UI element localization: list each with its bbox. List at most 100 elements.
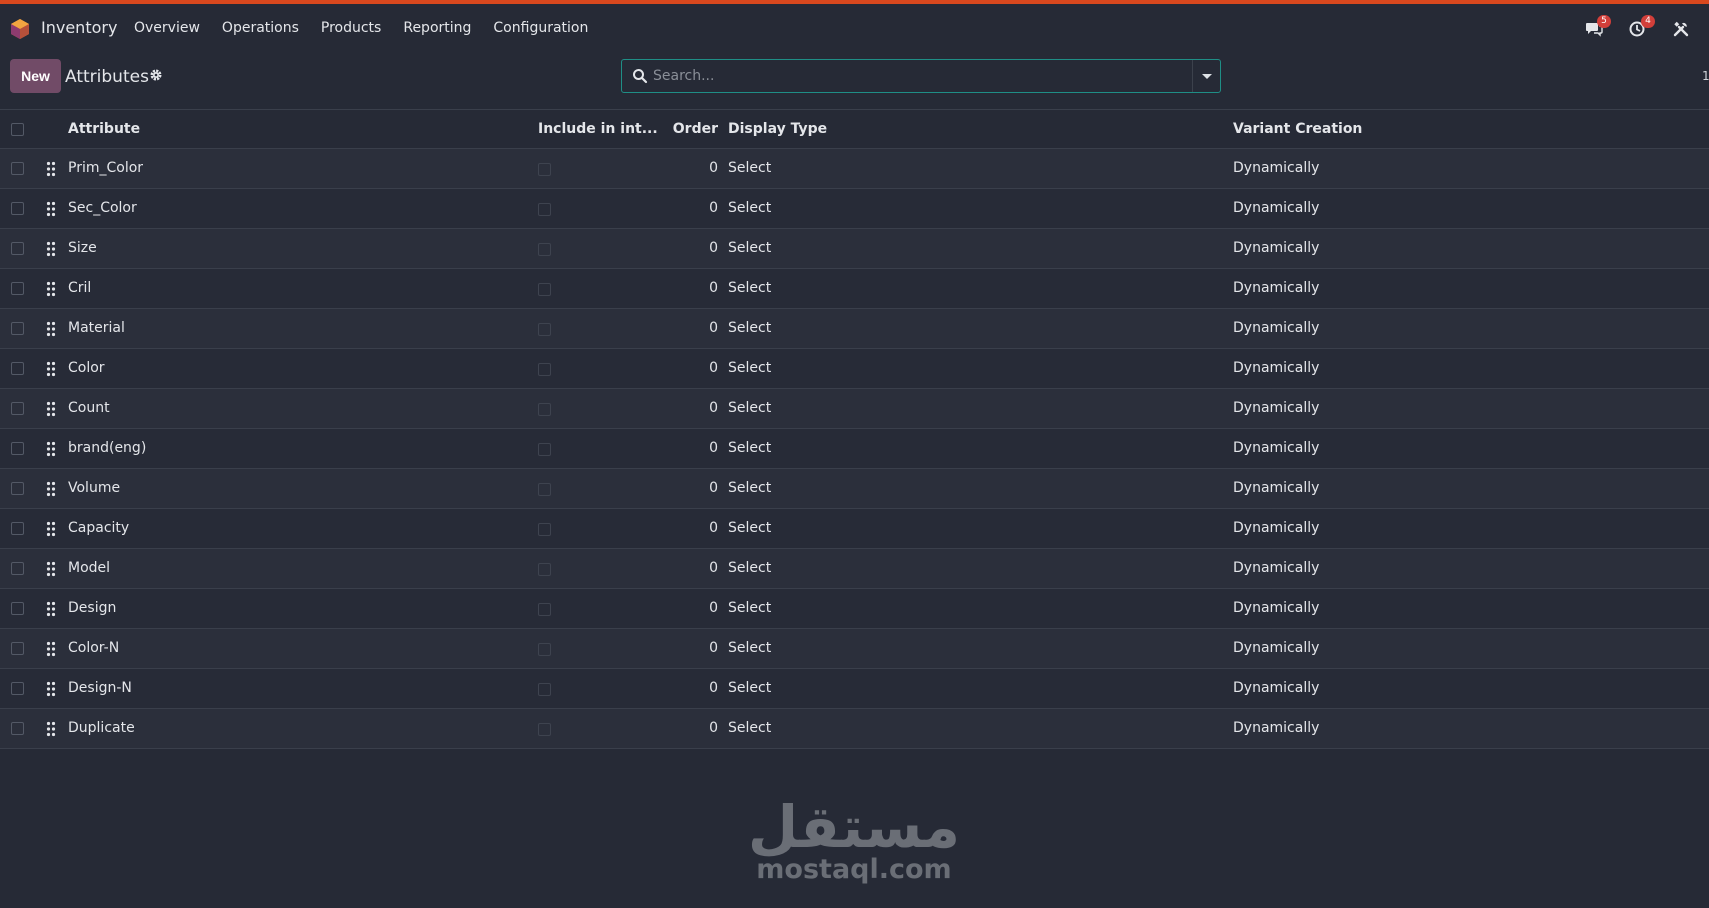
drag-handle-icon[interactable] <box>46 321 56 337</box>
menu-reporting[interactable]: Reporting <box>403 20 471 36</box>
table-row[interactable]: Cril 0 Select Dynamically <box>0 269 1709 309</box>
row-select-checkbox[interactable] <box>11 282 24 295</box>
select-all-checkbox[interactable] <box>11 123 24 136</box>
cell-include-checkbox[interactable] <box>538 243 551 256</box>
cell-attribute: Duplicate <box>68 720 135 736</box>
table-row[interactable]: Design 0 Select Dynamically <box>0 589 1709 629</box>
cell-display-type: Select <box>728 320 772 336</box>
table-body: Prim_Color 0 Select Dynamically Sec_Color 0 Se… <box>0 149 1709 749</box>
cell-include-checkbox[interactable] <box>538 643 551 656</box>
cell-order: 0 <box>709 480 718 496</box>
cell-include-checkbox[interactable] <box>538 323 551 336</box>
row-select-checkbox[interactable] <box>11 162 24 175</box>
activity-button[interactable]: 4 <box>1627 15 1655 41</box>
column-display-type[interactable]: Display Type <box>728 121 827 137</box>
cell-include-checkbox[interactable] <box>538 203 551 216</box>
inventory-app-icon[interactable] <box>9 18 31 40</box>
cell-variant-creation: Dynamically <box>1233 160 1320 176</box>
cell-variant-creation: Dynamically <box>1233 440 1320 456</box>
column-order[interactable]: Order <box>640 121 718 137</box>
menu-operations[interactable]: Operations <box>222 20 299 36</box>
drag-handle-icon[interactable] <box>46 641 56 657</box>
row-select-checkbox[interactable] <box>11 522 24 535</box>
cell-order: 0 <box>709 720 718 736</box>
drag-handle-icon[interactable] <box>46 241 56 257</box>
drag-handle-icon[interactable] <box>46 681 56 697</box>
cell-attribute: Material <box>68 320 125 336</box>
row-select-checkbox[interactable] <box>11 482 24 495</box>
drag-handle-icon[interactable] <box>46 361 56 377</box>
drag-handle-icon[interactable] <box>46 401 56 417</box>
cell-include-checkbox[interactable] <box>538 483 551 496</box>
app-name[interactable]: Inventory <box>41 18 117 37</box>
menu-overview[interactable]: Overview <box>134 20 200 36</box>
cell-include-checkbox[interactable] <box>538 523 551 536</box>
drag-handle-icon[interactable] <box>46 441 56 457</box>
debug-tools-button[interactable] <box>1671 17 1695 41</box>
main-menu: Overview Operations Products Reporting C… <box>134 20 610 36</box>
drag-handle-icon[interactable] <box>46 561 56 577</box>
table-row[interactable]: Volume 0 Select Dynamically <box>0 469 1709 509</box>
search-input[interactable] <box>653 60 1209 92</box>
cell-include-checkbox[interactable] <box>538 563 551 576</box>
table-row[interactable]: Size 0 Select Dynamically <box>0 229 1709 269</box>
cell-display-type: Select <box>728 440 772 456</box>
cell-display-type: Select <box>728 400 772 416</box>
column-variant-creation[interactable]: Variant Creation <box>1233 121 1362 137</box>
table-row[interactable]: Color-N 0 Select Dynamically <box>0 629 1709 669</box>
row-select-checkbox[interactable] <box>11 202 24 215</box>
watermark-arabic-text: مستقل <box>747 793 960 861</box>
drag-handle-icon[interactable] <box>46 521 56 537</box>
cell-order: 0 <box>709 560 718 576</box>
drag-handle-icon[interactable] <box>46 161 56 177</box>
menu-products[interactable]: Products <box>321 20 381 36</box>
cell-display-type: Select <box>728 640 772 656</box>
table-row[interactable]: Sec_Color 0 Select Dynamically <box>0 189 1709 229</box>
table-row[interactable]: Duplicate 0 Select Dynamically <box>0 709 1709 749</box>
search-bar[interactable] <box>621 59 1221 93</box>
table-row[interactable]: Color 0 Select Dynamically <box>0 349 1709 389</box>
table-row[interactable]: Design-N 0 Select Dynamically <box>0 669 1709 709</box>
cell-include-checkbox[interactable] <box>538 443 551 456</box>
row-select-checkbox[interactable] <box>11 562 24 575</box>
cell-include-checkbox[interactable] <box>538 283 551 296</box>
cell-display-type: Select <box>728 520 772 536</box>
row-select-checkbox[interactable] <box>11 402 24 415</box>
column-attribute[interactable]: Attribute <box>68 121 140 137</box>
search-options-toggle[interactable] <box>1192 60 1220 92</box>
cell-include-checkbox[interactable] <box>538 603 551 616</box>
drag-handle-icon[interactable] <box>46 281 56 297</box>
new-button[interactable]: New <box>10 59 61 93</box>
row-select-checkbox[interactable] <box>11 242 24 255</box>
cell-include-checkbox[interactable] <box>538 403 551 416</box>
row-select-checkbox[interactable] <box>11 682 24 695</box>
cell-attribute: Size <box>68 240 97 256</box>
cell-include-checkbox[interactable] <box>538 723 551 736</box>
cell-include-checkbox[interactable] <box>538 163 551 176</box>
table-row[interactable]: Model 0 Select Dynamically <box>0 549 1709 589</box>
table-row[interactable]: Material 0 Select Dynamically <box>0 309 1709 349</box>
row-select-checkbox[interactable] <box>11 642 24 655</box>
page-title[interactable]: Attributes <box>65 67 149 87</box>
table-row[interactable]: Count 0 Select Dynamically <box>0 389 1709 429</box>
drag-handle-icon[interactable] <box>46 201 56 217</box>
row-select-checkbox[interactable] <box>11 322 24 335</box>
cell-include-checkbox[interactable] <box>538 683 551 696</box>
cell-attribute: Model <box>68 560 111 576</box>
table-row[interactable]: Prim_Color 0 Select Dynamically <box>0 149 1709 189</box>
drag-handle-icon[interactable] <box>46 481 56 497</box>
cell-variant-creation: Dynamically <box>1233 400 1320 416</box>
cell-include-checkbox[interactable] <box>538 363 551 376</box>
gear-icon[interactable] <box>148 67 164 83</box>
drag-handle-icon[interactable] <box>46 601 56 617</box>
table-row[interactable]: brand(eng) 0 Select Dynamically <box>0 429 1709 469</box>
drag-handle-icon[interactable] <box>46 721 56 737</box>
table-row[interactable]: Capacity 0 Select Dynamically <box>0 509 1709 549</box>
menu-configuration[interactable]: Configuration <box>493 20 588 36</box>
row-select-checkbox[interactable] <box>11 722 24 735</box>
messages-button[interactable]: 5 <box>1583 15 1611 41</box>
row-select-checkbox[interactable] <box>11 362 24 375</box>
cell-attribute: Color-N <box>68 640 120 656</box>
row-select-checkbox[interactable] <box>11 442 24 455</box>
row-select-checkbox[interactable] <box>11 602 24 615</box>
